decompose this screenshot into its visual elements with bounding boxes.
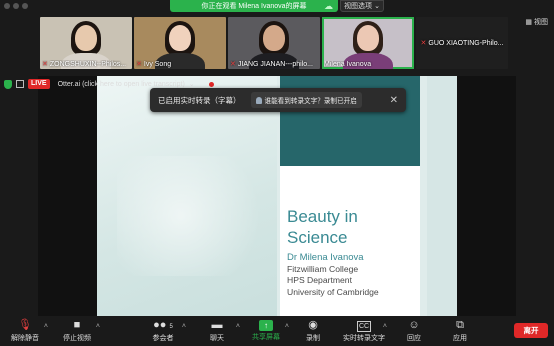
mic-off-icon: ✕ bbox=[230, 61, 236, 68]
record-button[interactable]: ◉ 录制 bbox=[290, 319, 336, 343]
slide-background-pattern bbox=[97, 76, 277, 316]
slide-right-edge bbox=[427, 76, 457, 316]
participant-video-4[interactable]: ✕ GUO XIAOTING-Philo... bbox=[416, 17, 508, 69]
participant-strip: ✕ ZONGSHUXIN--Philos... ✕ Ivy Song ✕ JIA… bbox=[40, 17, 508, 69]
sharing-banner: 你正在观看 Milena Ivanova的屏幕 bbox=[170, 0, 338, 12]
grid-view-icon: ▦ bbox=[525, 19, 532, 26]
participant-name-4: ✕ GUO XIAOTING-Philo... bbox=[420, 39, 504, 48]
view-options-button[interactable]: 视图选项 ⌄ bbox=[340, 0, 384, 12]
apps-button[interactable]: ⧉ 应用 bbox=[437, 319, 483, 343]
cloud-icon: ☁ bbox=[324, 1, 333, 11]
transcript-info-button[interactable]: 谁能看到转录文字？录制已开启 bbox=[250, 92, 362, 108]
participant-name-0: ✕ ZONGSHUXIN--Philos... bbox=[42, 60, 127, 69]
recording-icon bbox=[208, 81, 214, 87]
sharing-banner-text: 你正在观看 Milena Ivanova的屏幕 bbox=[201, 3, 307, 10]
grid-icon[interactable] bbox=[16, 80, 24, 88]
caption-notification: 已启用实时转录（字幕） 谁能看到转录文字？录制已开启 ✕ bbox=[150, 88, 406, 112]
participants-button[interactable]: ●● 5 参会者 ˄ bbox=[140, 319, 187, 343]
chevron-down-icon: ⌄ bbox=[374, 3, 380, 10]
share-screen-icon: ↑ bbox=[259, 320, 273, 331]
view-button[interactable]: ▦ 视图 bbox=[525, 17, 548, 27]
close-icon[interactable]: ✕ bbox=[390, 95, 398, 106]
participant-name-1: ✕ Ivy Song bbox=[136, 60, 172, 69]
cc-icon: CC bbox=[356, 321, 372, 332]
video-camera-icon: ■ bbox=[73, 319, 81, 331]
participant-face bbox=[263, 25, 285, 51]
chevron-down-icon[interactable]: ⌄ bbox=[189, 80, 195, 88]
slide-dept: HPS Department bbox=[287, 275, 352, 285]
otter-link[interactable]: Otter.ai (click here to open live transc… bbox=[58, 81, 185, 88]
slide-univ: University of Cambridge bbox=[287, 286, 379, 297]
window-controls bbox=[4, 3, 28, 9]
stop-video-button[interactable]: ■ 停止视频 ˄ bbox=[54, 319, 100, 343]
mic-off-icon: ✕ bbox=[420, 40, 427, 47]
record-icon: ◉ bbox=[308, 319, 318, 331]
view-button-label: 视图 bbox=[534, 19, 548, 26]
slide-college: Fitzwilliam College bbox=[287, 263, 359, 274]
chevron-up-icon[interactable]: ˄ bbox=[236, 323, 240, 330]
participant-face bbox=[169, 25, 191, 51]
smiley-plus-icon: ☺ bbox=[408, 319, 420, 331]
unmute-button[interactable]: 🎙 解除静音 ˄ bbox=[2, 319, 48, 343]
minimize-window-dot[interactable] bbox=[13, 3, 19, 9]
meeting-toolbar: 🎙 解除静音 ˄ ■ 停止视频 ˄ ●● 5 参会者 ˄ ▬ 聊天 ˄ ↑ 共享… bbox=[0, 316, 554, 346]
chevron-up-icon[interactable]: ˄ bbox=[182, 323, 186, 330]
chevron-up-icon[interactable]: ˄ bbox=[285, 323, 289, 330]
participant-video-3[interactable]: Milena Ivanova bbox=[322, 17, 414, 69]
participant-name-2: ✕ JIANG JIANAN---philo... bbox=[230, 60, 313, 69]
caption-notification-text: 已启用实时转录（字幕） bbox=[158, 95, 241, 105]
slide-title: Beauty in Science bbox=[287, 207, 358, 247]
person-icon bbox=[255, 96, 262, 104]
people-icon: ●● 5 bbox=[153, 319, 173, 331]
participant-video-1[interactable]: ✕ Ivy Song bbox=[134, 17, 226, 69]
slide-author: Dr Milena Ivanova bbox=[287, 252, 364, 263]
leave-button[interactable]: 离开 bbox=[514, 323, 548, 338]
chevron-up-icon[interactable]: ˄ bbox=[44, 323, 48, 330]
chat-icon: ▬ bbox=[211, 319, 223, 331]
slide-author-block: Dr Milena Ivanova Fitzwilliam College HP… bbox=[287, 252, 379, 298]
chat-button[interactable]: ▬ 聊天 ˄ bbox=[194, 319, 240, 343]
live-badge[interactable]: LIVE bbox=[28, 79, 50, 89]
participant-video-0[interactable]: ✕ ZONGSHUXIN--Philos... bbox=[40, 17, 132, 69]
shield-icon[interactable] bbox=[4, 79, 12, 89]
close-window-dot[interactable] bbox=[4, 3, 10, 9]
chevron-up-icon[interactable]: ˄ bbox=[96, 323, 100, 330]
participant-name-3: Milena Ivanova bbox=[324, 61, 372, 68]
live-transcript-button[interactable]: CC 实时转录文字 ˄ bbox=[341, 319, 387, 343]
apps-icon: ⧉ bbox=[456, 319, 464, 331]
participant-video-2[interactable]: ✕ JIANG JIANAN---philo... bbox=[228, 17, 320, 69]
mic-off-icon: ✕ bbox=[42, 61, 48, 68]
share-screen-button[interactable]: ↑ 共享屏幕 ˄ bbox=[243, 319, 289, 342]
presentation-slide: Beauty in Science Dr Milena Ivanova Fitz… bbox=[97, 76, 457, 316]
mic-off-icon: ✕ bbox=[136, 61, 142, 68]
mic-off-icon: 🎙 bbox=[18, 319, 32, 331]
reactions-button[interactable]: ☺ 回应 bbox=[391, 319, 437, 343]
participant-face bbox=[75, 25, 97, 51]
chevron-up-icon[interactable]: ˄ bbox=[383, 323, 387, 330]
zoom-window-dot[interactable] bbox=[22, 3, 28, 9]
view-options-label: 视图选项 bbox=[344, 3, 373, 10]
participant-face bbox=[357, 25, 379, 51]
